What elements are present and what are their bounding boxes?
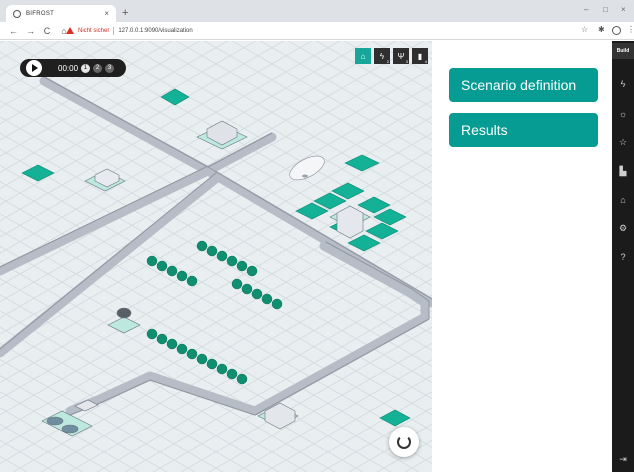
layer-number: 3 (405, 59, 408, 64)
layer-number: 2 (386, 59, 389, 64)
security-status[interactable]: Nicht sicher (78, 28, 109, 34)
url-separator (113, 26, 115, 35)
tab-title: BIFROST (26, 10, 55, 17)
build-tab[interactable]: Build (612, 43, 634, 59)
warning-icon (66, 27, 74, 34)
browser-tab[interactable]: BIFROST × (6, 5, 116, 22)
minimize-button[interactable]: – (584, 5, 588, 14)
extensions-icon[interactable]: ✱ (598, 25, 605, 34)
home-settings-icon[interactable]: ⌂ (612, 195, 634, 205)
layer-number: 4 (424, 59, 427, 64)
battery-icon: ▮ (417, 51, 423, 61)
lightning-icon: ϟ (379, 51, 385, 61)
help-icon[interactable]: ? (612, 252, 634, 262)
isometric-city-scene (0, 76, 432, 437)
city-visualization-map[interactable]: 00:00 1 2 3 ⌂ ϟ 2 Ψ 3 ▮ 4 (0, 41, 432, 472)
logout-icon[interactable]: ⇥ (612, 454, 634, 465)
tree-clusters (146, 240, 283, 385)
scenario-definition-button[interactable]: Scenario definition (449, 68, 598, 102)
play-button[interactable] (26, 60, 42, 76)
star-icon[interactable]: ☆ (612, 137, 634, 148)
bookmark-star-icon[interactable]: ☆ (581, 25, 588, 34)
sun-icon[interactable]: ☼ (612, 109, 634, 119)
antenna-icon: Ψ (397, 51, 405, 61)
results-button[interactable]: Results (449, 113, 598, 147)
layer-communication-button[interactable]: Ψ 3 (393, 48, 409, 64)
close-tab-icon[interactable]: × (104, 9, 109, 18)
forward-icon[interactable]: → (26, 26, 35, 36)
right-panel: Scenario definition Results (432, 41, 612, 472)
simulation-player: 00:00 1 2 3 (20, 59, 126, 77)
menu-icon[interactable]: ⋮ (627, 25, 634, 34)
layer-battery-button[interactable]: ▮ 4 (412, 48, 428, 64)
play-icon (32, 64, 38, 72)
house-icon: ⌂ (360, 51, 366, 61)
close-window-button[interactable]: × (621, 5, 626, 14)
globe-icon (13, 9, 21, 18)
energy-icon[interactable]: ϟ (612, 79, 634, 89)
buildings-icon[interactable]: ▙ (612, 166, 634, 177)
new-tab-button[interactable]: + (122, 7, 128, 19)
browser-titlebar: BIFROST × + – □ × (0, 0, 634, 22)
maximize-button[interactable]: □ (603, 5, 608, 14)
speed-button-1[interactable]: 1 (81, 63, 91, 73)
gear-icon[interactable]: ⚙ (612, 223, 634, 234)
side-navigation: Build ϟ ☼ ☆ ▙ ⌂ ⚙ ? ⇥ (612, 41, 634, 472)
reload-icon[interactable]: C (43, 26, 51, 36)
layer-buildings-button[interactable]: ⌂ (355, 48, 371, 64)
url-text[interactable]: 127.0.0.1:9090/visualization (118, 28, 192, 34)
rotate-camera-button[interactable] (389, 427, 419, 457)
profile-icon[interactable] (612, 26, 621, 35)
simulation-time: 00:00 (58, 63, 79, 73)
layer-toggle-bar: ⌂ ϟ 2 Ψ 3 ▮ 4 (355, 48, 428, 64)
speed-button-2[interactable]: 2 (93, 63, 103, 73)
url-omnibox[interactable]: Nicht sicher 127.0.0.1:9090/visualizatio… (66, 24, 596, 37)
layer-power-button[interactable]: ϟ 2 (374, 48, 390, 64)
back-icon[interactable]: ← (9, 26, 18, 36)
speed-button-3[interactable]: 3 (105, 63, 115, 73)
address-bar: ← → C ⌂ Nicht sicher 127.0.0.1:9090/visu… (0, 22, 634, 40)
airship (289, 155, 325, 181)
rotate-icon (397, 435, 411, 449)
